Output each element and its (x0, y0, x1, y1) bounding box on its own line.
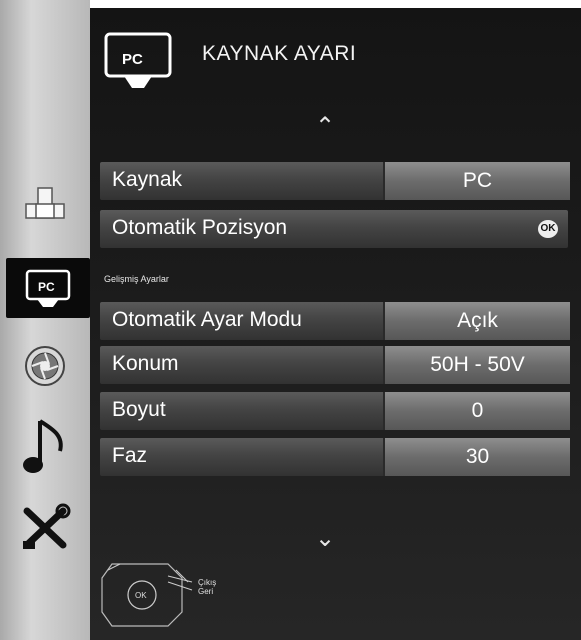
aperture-icon (25, 346, 65, 386)
sidebar-item-pc[interactable]: PC (6, 258, 90, 318)
svg-text:PC: PC (38, 280, 55, 294)
menu-item-label: Faz (112, 444, 148, 467)
pc-icon: PC (25, 269, 71, 307)
svg-text:PC: PC (122, 51, 143, 68)
image-settings-icon (25, 187, 65, 219)
sidebar: PC (0, 0, 90, 640)
menu-header: PC KAYNAK AYARI (102, 30, 356, 92)
menu-item-value[interactable]: Açık (383, 302, 570, 340)
tools-icon (23, 503, 71, 549)
menu-item-value[interactable]: 0 (383, 392, 570, 430)
ok-icon[interactable]: OK (538, 220, 558, 238)
sidebar-item-picture[interactable] (4, 336, 86, 396)
menu-panel: PC KAYNAK AYARI ⌃ Kaynak PC Otomatik Poz… (90, 0, 581, 640)
menu-item-value[interactable]: 50H - 50V (383, 346, 570, 384)
exit-label: Çıkış (198, 578, 217, 587)
menu-item-value[interactable]: PC (383, 162, 570, 200)
menu-item-konum[interactable]: Konum 50H - 50V (100, 346, 570, 384)
back-label: Geri (198, 587, 214, 596)
remote-navigation-icon: OK (101, 563, 193, 627)
page-title: KAYNAK AYARI (202, 42, 357, 65)
menu-item-otomatik-ayar-modu[interactable]: Otomatik Ayar Modu Açık (100, 302, 570, 340)
menu-item-label: Otomatik Ayar Modu (112, 308, 302, 331)
menu-item-faz[interactable]: Faz 30 (100, 438, 570, 476)
section-header: Gelişmiş Ayarlar (104, 274, 169, 284)
remote-hint: OK Çıkış Geri (98, 556, 258, 634)
menu-item-label: Otomatik Pozisyon (112, 216, 288, 239)
music-note-icon (23, 419, 63, 473)
sidebar-item-image[interactable] (4, 172, 86, 232)
svg-text:OK: OK (135, 591, 147, 600)
menu-item-label: Konum (112, 352, 179, 375)
menu-item-otomatik-pozisyon[interactable]: Otomatik Pozisyon OK (100, 210, 568, 248)
menu-item-kaynak[interactable]: Kaynak PC (100, 162, 570, 200)
menu-item-label: Boyut (112, 398, 166, 421)
sidebar-item-sound[interactable] (4, 418, 86, 478)
pc-icon: PC (104, 32, 172, 88)
scroll-down-icon[interactable]: ⌄ (315, 524, 335, 553)
menu-item-boyut[interactable]: Boyut 0 (100, 392, 570, 430)
menu-item-value[interactable]: 30 (383, 438, 570, 476)
sidebar-item-settings[interactable] (4, 498, 86, 558)
menu-item-label: Kaynak (112, 168, 183, 191)
scroll-up-icon[interactable]: ⌃ (315, 112, 335, 141)
